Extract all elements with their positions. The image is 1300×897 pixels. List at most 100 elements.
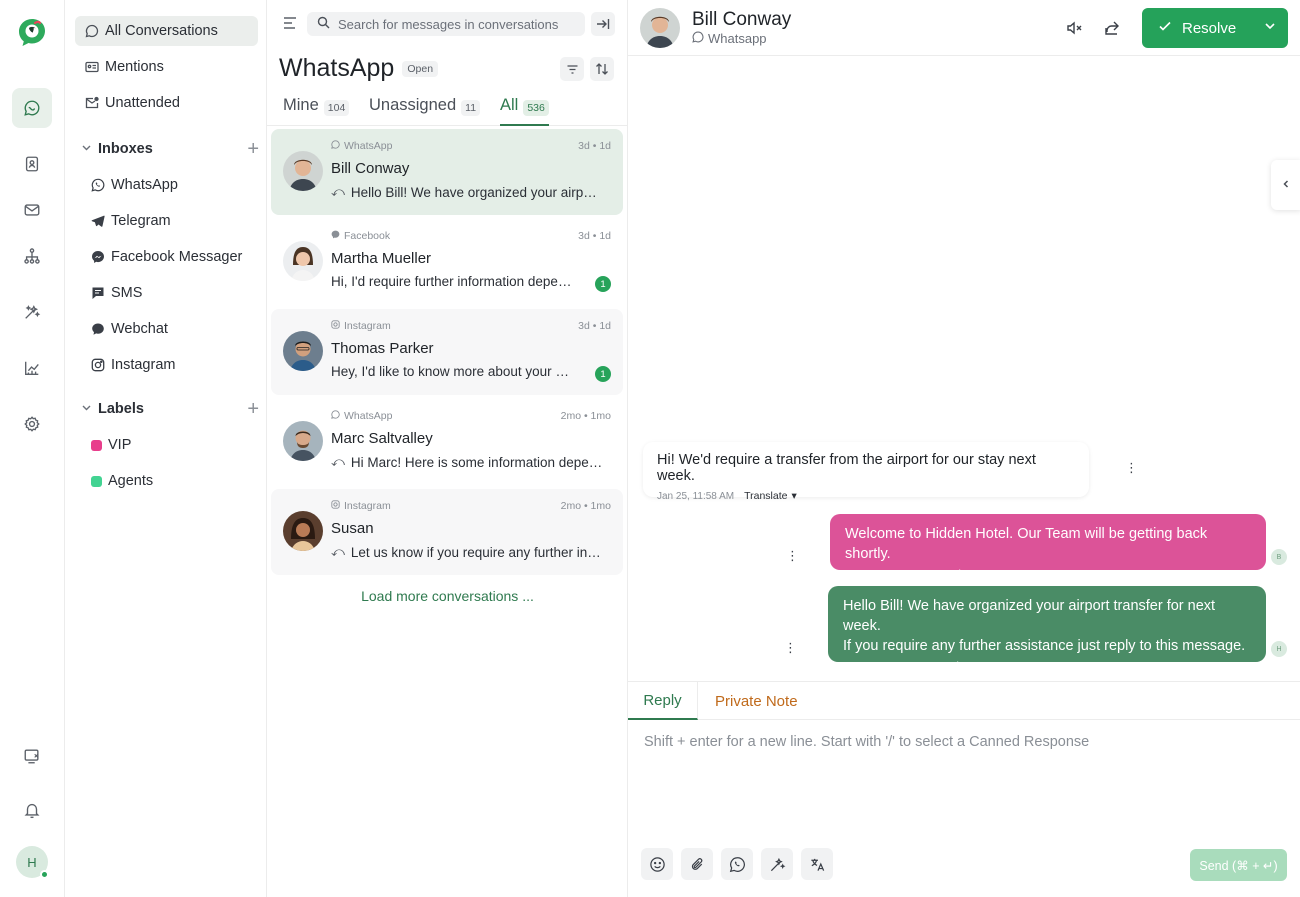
magic-wand-icon[interactable]	[12, 292, 52, 332]
mute-icon[interactable]	[1064, 18, 1084, 38]
message-meta: Jan 25, 11:58 AM Translate ▾ ✓✓	[845, 568, 1251, 580]
sidebar-item-whatsapp[interactable]: WhatsApp	[91, 173, 178, 197]
inbox-label: Instagram	[111, 357, 176, 373]
conversation-time: 2mo • 1mo	[560, 500, 611, 512]
conversation-item[interactable]: Instagram 2mo • 1mo Susan ⤺ Let us know …	[271, 489, 623, 575]
bell-icon[interactable]	[12, 790, 52, 830]
conversation-source: Instagram	[331, 500, 391, 512]
search-input[interactable]	[338, 16, 568, 32]
sidebar-item-webchat[interactable]: Webchat	[91, 317, 168, 341]
tab-all[interactable]: All 536	[500, 96, 549, 126]
whatsapp-template-icon[interactable]	[721, 848, 753, 880]
sidebar-item-unattended[interactable]: Unattended	[75, 88, 258, 118]
labels-section-header[interactable]: Labels +	[81, 397, 259, 421]
channel-label: Whatsapp	[708, 31, 767, 46]
conversation-source: Facebook	[331, 230, 390, 242]
conversation-item[interactable]: WhatsApp 2mo • 1mo Marc Saltvalley ⤺ Hi …	[271, 399, 623, 485]
sidebar-item-facebook-messager[interactable]: Facebook Messager	[91, 245, 242, 269]
translate-label: Translate	[744, 490, 788, 502]
conversation-time: 3d • 1d	[578, 230, 611, 242]
resolve-dropdown[interactable]	[1252, 8, 1288, 48]
add-label-icon[interactable]: +	[247, 399, 259, 419]
label-name: VIP	[108, 437, 132, 453]
message-menu-icon[interactable]: ⋮	[1125, 461, 1138, 475]
collapse-panel-icon[interactable]	[591, 12, 615, 36]
filter-icon[interactable]	[560, 57, 584, 81]
conversations-icon[interactable]	[12, 88, 52, 128]
load-more-link[interactable]: Load more conversations ...	[267, 588, 628, 604]
inboxes-section-header[interactable]: Inboxes +	[81, 137, 259, 161]
resolve-main[interactable]: Resolve	[1142, 8, 1252, 48]
check-icon	[1158, 19, 1172, 37]
conversation-item[interactable]: Instagram 3d • 1d Thomas Parker Hey, I'd…	[271, 309, 623, 395]
chevron-down-icon	[1263, 19, 1277, 37]
sidebar-item-all-conversations[interactable]: All Conversations	[75, 16, 258, 46]
translate-label: Translate	[932, 568, 976, 580]
emoji-icon[interactable]	[641, 848, 673, 880]
translate-toggle[interactable]: Translate ▾	[744, 490, 797, 502]
inbox-icon[interactable]	[12, 190, 52, 230]
message-incoming: Hi! We'd require a transfer from the air…	[643, 442, 1089, 502]
sort-icon[interactable]	[590, 57, 614, 81]
settings-icon[interactable]	[12, 404, 52, 444]
conversation-item[interactable]: WhatsApp 3d • 1d Bill Conway ⤺ Hello Bil…	[271, 129, 623, 215]
translate-toggle[interactable]: Translate ▾	[930, 660, 983, 672]
channel-info: Whatsapp	[692, 31, 767, 46]
contact-name: Bill Conway	[331, 160, 410, 177]
source-label: WhatsApp	[344, 140, 393, 152]
sidebar-item-instagram[interactable]: Instagram	[91, 353, 175, 377]
message-input[interactable]	[644, 734, 1284, 834]
tab-private-note[interactable]: Private Note	[715, 682, 798, 720]
composer-tabs: Reply Private Note	[628, 682, 1300, 720]
status-badge[interactable]: Open	[402, 60, 439, 77]
tab-count: 536	[523, 100, 549, 116]
resolve-button[interactable]: Resolve	[1142, 8, 1288, 48]
attachment-icon[interactable]	[681, 848, 713, 880]
source-label: WhatsApp	[344, 410, 393, 422]
source-label: Instagram	[344, 320, 391, 332]
tab-mine[interactable]: Mine 104	[283, 96, 350, 126]
org-chart-icon[interactable]	[12, 236, 52, 276]
message-text-line: Hello Bill! We have organized your airpo…	[843, 598, 1216, 634]
translate-toggle[interactable]: Translate ▾	[932, 568, 985, 580]
message-outgoing: Welcome to Hidden Hotel. Our Team will b…	[830, 514, 1266, 580]
chevron-left-icon	[1281, 176, 1291, 194]
contact-name: Marc Saltvalley	[331, 430, 433, 447]
contacts-icon[interactable]	[12, 144, 52, 184]
translate-icon[interactable]	[801, 848, 833, 880]
ai-assist-icon[interactable]	[761, 848, 793, 880]
message-text: Welcome to Hidden Hotel. Our Team will b…	[845, 526, 1208, 562]
message-menu-icon[interactable]: ⋮	[786, 549, 799, 563]
contact-avatar	[283, 241, 323, 281]
sidebar-item-telegram[interactable]: Telegram	[91, 209, 171, 233]
reply-composer: Reply Private Note Send (⌘ + ↵)	[628, 681, 1300, 897]
tab-reply[interactable]: Reply	[628, 682, 698, 720]
unread-count-badge: 1	[595, 276, 611, 292]
send-button[interactable]: Send (⌘ + ↵)	[1190, 849, 1287, 881]
sidebar-item-label-agents[interactable]: Agents	[91, 469, 153, 493]
app-logo[interactable]	[16, 16, 48, 48]
mention-card-icon	[85, 60, 99, 74]
conversation-preview: Hi, I'd require further information depe…	[331, 274, 575, 289]
sender-avatar-initial: B	[1276, 553, 1282, 561]
sidebar-item-sms[interactable]: SMS	[91, 281, 142, 305]
contact-avatar[interactable]	[640, 8, 680, 48]
sidebar-item-label-vip[interactable]: VIP	[91, 433, 131, 457]
sms-icon	[91, 286, 105, 300]
sidebar-item-mentions[interactable]: Mentions	[75, 52, 258, 82]
dashboard-apps-icon[interactable]	[12, 736, 52, 776]
user-avatar[interactable]: H	[16, 846, 49, 879]
contact-panel-toggle[interactable]	[1271, 160, 1300, 210]
conversation-preview: ⤺ Hi Marc! Here is some information depe…	[331, 454, 603, 470]
whatsapp-icon	[692, 31, 704, 46]
conversation-item[interactable]: Facebook 3d • 1d Martha Mueller Hi, I'd …	[271, 219, 623, 305]
message-menu-icon[interactable]: ⋮	[784, 641, 797, 655]
inbox-label: SMS	[111, 285, 143, 301]
hamburger-menu-icon[interactable]	[281, 14, 299, 32]
whatsapp-icon	[331, 410, 340, 422]
share-icon[interactable]	[1102, 18, 1122, 38]
tab-unassigned[interactable]: Unassigned 11	[369, 96, 481, 126]
add-inbox-icon[interactable]: +	[247, 139, 259, 159]
reports-icon[interactable]	[12, 348, 52, 388]
preview-text: Hi, I'd require further information depe…	[331, 274, 575, 289]
